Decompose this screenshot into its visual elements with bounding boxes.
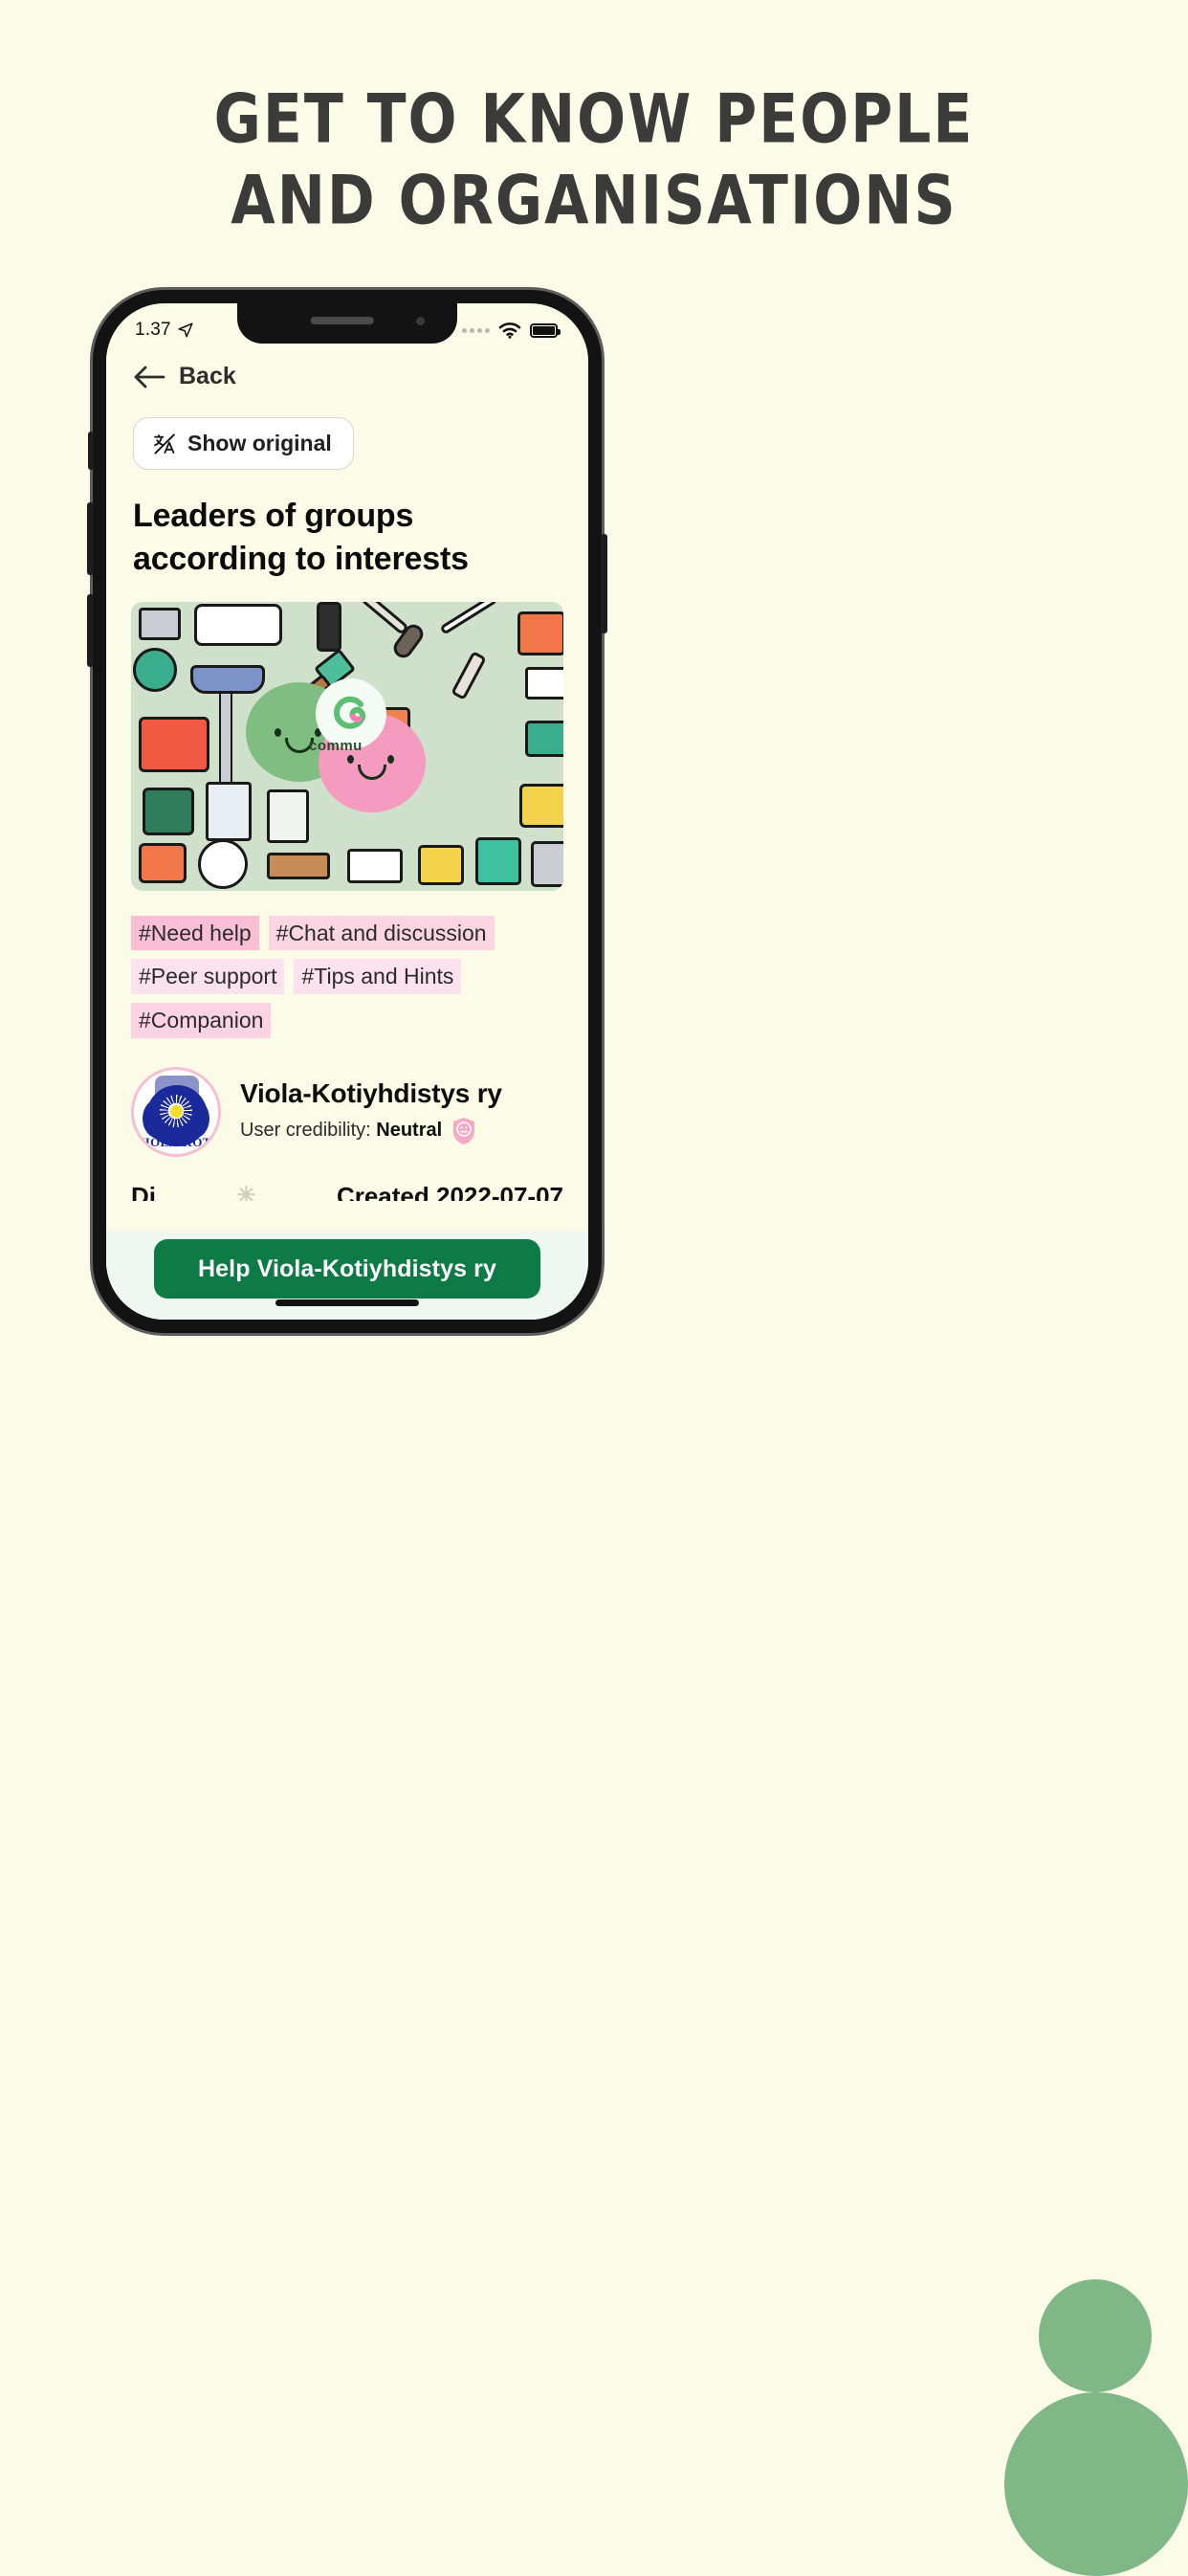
doodle-book	[206, 781, 252, 841]
credibility-value: Neutral	[376, 1120, 443, 1142]
phone-mute-switch	[88, 432, 94, 470]
promo-headline-line-1: Get to know people	[213, 79, 975, 160]
author-meta: Viola-Kotiyhdistys ry User credibility: …	[240, 1078, 502, 1145]
doodle-nail	[451, 650, 487, 700]
doodle-green-block	[475, 836, 521, 885]
location-arrow-icon	[178, 322, 193, 338]
decorative-blob-small	[1039, 2279, 1152, 2392]
doodle-card	[267, 788, 309, 843]
doodle-orange-box	[517, 611, 563, 655]
phone-screen: 1.37 Back Show original Leaders of group…	[106, 303, 588, 1320]
signal-dots-icon	[462, 327, 490, 333]
phone-volume-down	[87, 594, 94, 667]
arrow-left-icon	[134, 366, 165, 388]
pansy-center-icon	[170, 1104, 183, 1118]
post-tags: #Need help #Chat and discussion #Peer su…	[131, 915, 563, 1038]
avatar[interactable]: VIOLA-KOTI	[131, 1066, 221, 1157]
doodle-yellow-block	[418, 844, 464, 885]
phone-notch	[237, 303, 457, 344]
credibility-label: User credibility: Neutral	[240, 1120, 443, 1142]
phone-volume-up	[87, 502, 94, 575]
tag-tips-and-hints[interactable]: #Tips and Hints	[294, 959, 462, 995]
back-button-label: Back	[179, 363, 236, 389]
doodle-brush-handle	[359, 601, 410, 635]
earpiece-speaker-icon	[310, 317, 374, 324]
doodle-wood	[267, 852, 330, 879]
doodle-envelope	[525, 666, 563, 700]
post-image[interactable]: commu	[131, 601, 563, 891]
show-original-button[interactable]: Show original	[133, 417, 354, 470]
doodle-clock	[133, 647, 177, 692]
doodle-ball	[198, 838, 248, 889]
promo-headline: Get to know people and organisations	[0, 81, 1188, 239]
doodle-teal-box	[525, 720, 563, 757]
doodle-ruler	[139, 607, 181, 640]
doodle-hammer-handle	[219, 691, 232, 795]
author-name: Viola-Kotiyhdistys ry	[240, 1077, 502, 1108]
decorative-blob-large	[1004, 2392, 1188, 2576]
doodle-paper	[194, 603, 282, 646]
author-credibility: User credibility: Neutral	[240, 1117, 502, 1145]
show-original-label: Show original	[187, 431, 332, 455]
doodle-hammer-head	[190, 664, 265, 694]
doodle-pen	[317, 601, 341, 652]
doodle-green-bag	[143, 787, 194, 835]
doodle-paper-2	[347, 848, 403, 883]
post-meta-left: Di	[131, 1181, 156, 1201]
translate-off-icon	[154, 433, 175, 455]
wifi-icon	[498, 322, 521, 339]
doodle-knife	[439, 601, 498, 635]
doodle-orange-block	[139, 842, 187, 883]
post-meta-clipped: Di ✳ Created 2022-07-07	[131, 1182, 563, 1201]
status-bar-right	[462, 322, 563, 339]
phone-power-button	[601, 534, 607, 633]
post-meta-right: Created 2022-07-07	[336, 1181, 563, 1201]
doodle-yellow-shape	[519, 783, 563, 828]
home-indicator[interactable]	[275, 1299, 419, 1306]
avatar-wordmark: VIOLA-KOTI	[136, 1134, 216, 1149]
post-title: Leaders of groups according to interests	[133, 498, 469, 577]
status-bar-clock: 1.37	[135, 320, 171, 340]
post-author[interactable]: VIOLA-KOTI Viola-Kotiyhdistys ry User cr…	[131, 1066, 563, 1157]
phone-mockup: 1.37 Back Show original Leaders of group…	[87, 290, 607, 1333]
status-bar-left: 1.37	[135, 320, 194, 341]
help-organisation-button[interactable]: Help Viola-Kotiyhdistys ry	[154, 1239, 540, 1299]
doodle-grey-block	[531, 840, 563, 887]
front-camera-icon	[416, 317, 425, 325]
commu-wordmark: commu	[309, 737, 363, 754]
app-screen: Back Show original Leaders of groups acc…	[106, 347, 588, 1320]
sparkle-icon: ✳	[236, 1182, 256, 1201]
cta-bar: Help Viola-Kotiyhdistys ry	[106, 1232, 588, 1320]
tag-need-help[interactable]: #Need help	[131, 915, 259, 951]
tag-companion[interactable]: #Companion	[131, 1003, 272, 1038]
promo-headline-line-2: and organisations	[231, 161, 957, 241]
back-button[interactable]: Back	[106, 347, 588, 390]
doodle-red-card	[139, 716, 209, 772]
tag-peer-support[interactable]: #Peer support	[131, 959, 285, 995]
battery-full-icon	[530, 322, 561, 338]
shield-neutral-face-icon[interactable]	[451, 1117, 476, 1145]
tag-chat-and-discussion[interactable]: #Chat and discussion	[268, 915, 495, 951]
